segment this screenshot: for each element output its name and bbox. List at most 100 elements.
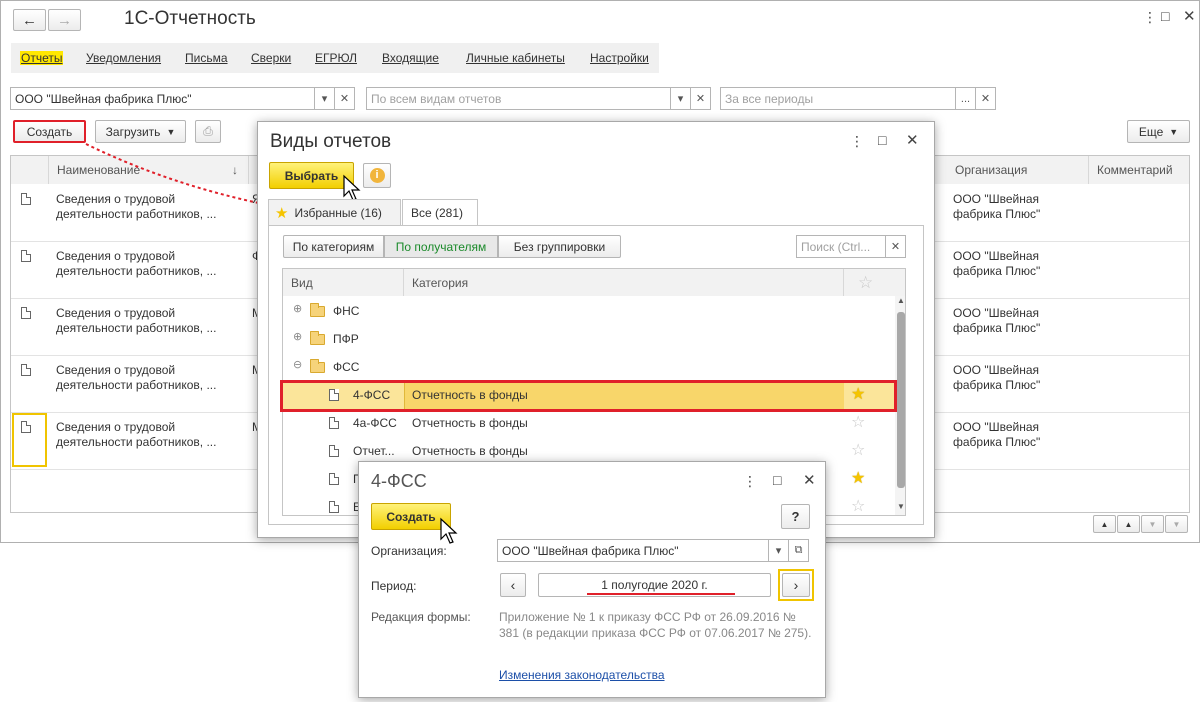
close-icon[interactable]: ✕: [803, 471, 816, 489]
close-icon[interactable]: ✕: [906, 131, 919, 149]
period-label: Период:: [371, 579, 417, 593]
period-value: 1 полугодие 2020 г.: [601, 578, 708, 592]
more-menu-icon[interactable]: ⋮: [1143, 9, 1157, 26]
report-type-filter[interactable]: По всем видам отчетов: [366, 87, 671, 110]
scroll-up-arrow-icon[interactable]: ▲: [897, 296, 905, 305]
expand-icon: ⊕: [293, 331, 303, 343]
list-item-category: Отчетность в фонды: [412, 416, 528, 430]
help-button[interactable]: ?: [781, 504, 810, 529]
selection-highlight-frame: [280, 380, 897, 412]
folder-icon: [310, 359, 325, 373]
menu-item-reports[interactable]: Отчеты: [20, 51, 64, 65]
dropdown-icon[interactable]: ▾: [769, 539, 789, 562]
print-icon[interactable]: ⎙: [195, 120, 221, 143]
no-grouping-button[interactable]: Без группировки: [498, 235, 621, 258]
back-button[interactable]: ←: [13, 9, 46, 31]
dialog-title: 4-ФСС: [371, 471, 427, 491]
star-outline-icon[interactable]: ☆: [851, 415, 865, 431]
collapse-icon: ⊖: [293, 359, 303, 371]
maximize-icon[interactable]: □: [1161, 8, 1169, 24]
organization-field[interactable]: ООО "Швейная фабрика Плюс": [497, 539, 769, 562]
star-icon: ★: [275, 204, 289, 222]
group-label: ФНС: [333, 304, 360, 318]
document-icon: [329, 445, 339, 457]
load-button[interactable]: Загрузить ▼: [95, 120, 186, 143]
menu-item-reconciliation[interactable]: Сверки: [251, 51, 291, 65]
column-header-name[interactable]: Наименование ↓: [49, 156, 249, 184]
list-item-kind: 4а-ФСС: [353, 416, 397, 430]
clear-icon[interactable]: ✕: [691, 87, 711, 110]
menu-item-letters[interactable]: Письма: [185, 51, 228, 65]
menu-item-incoming[interactable]: Входящие: [382, 51, 439, 65]
chevron-down-icon: ▼: [166, 126, 176, 137]
previous-period-button[interactable]: ‹: [500, 573, 526, 597]
folder-icon: [310, 303, 325, 317]
column-header-favorite[interactable]: ☆: [844, 269, 905, 296]
tab-favorites[interactable]: ★ Избранные (16): [268, 199, 401, 225]
chevron-down-icon: ▼: [1169, 126, 1179, 137]
mouse-cursor-icon: [440, 517, 458, 544]
clear-icon[interactable]: ✕: [335, 87, 355, 110]
group-label: ПФР: [333, 332, 359, 346]
column-header-comment[interactable]: Комментарий: [1089, 156, 1189, 184]
info-icon[interactable]: i: [363, 163, 391, 188]
document-icon: [21, 364, 31, 376]
scroll-down-icon[interactable]: ▼: [1141, 515, 1164, 533]
row-name: Сведения о трудовой деятельности работни…: [56, 306, 217, 335]
create-button[interactable]: Создать: [13, 120, 86, 143]
next-period-button[interactable]: ›: [782, 573, 810, 597]
more-menu-icon[interactable]: ⋮: [850, 133, 864, 150]
tab-all[interactable]: Все (281): [402, 199, 478, 226]
row-name: Сведения о трудовой деятельности работни…: [56, 249, 217, 278]
forward-button[interactable]: →: [48, 9, 81, 31]
list-item-category: Отчетность в фонды: [412, 444, 528, 458]
menu-item-notifications[interactable]: Уведомления: [86, 51, 161, 65]
star-filled-icon[interactable]: ★: [851, 471, 865, 487]
dropdown-icon[interactable]: ▾: [315, 87, 335, 110]
document-icon: [21, 421, 31, 433]
more-menu-icon[interactable]: ⋮: [743, 473, 757, 490]
form-edition-text: Приложение № 1 к приказу ФСС РФ от 26.09…: [499, 610, 812, 640]
star-outline-icon: ☆: [858, 272, 874, 292]
expand-icon: ⊕: [293, 303, 303, 315]
tab-favorites-label: Избранные (16): [294, 205, 382, 220]
menu-item-egrul[interactable]: ЕГРЮЛ: [315, 51, 357, 65]
period-filter[interactable]: За все периоды: [720, 87, 956, 110]
dropdown-icon[interactable]: ▾: [671, 87, 691, 110]
column-name-label: Наименование: [57, 163, 141, 177]
document-icon: [21, 250, 31, 262]
search-input[interactable]: Поиск (Ctrl...: [796, 235, 886, 258]
organization-filter[interactable]: ООО "Швейная фабрика Плюс": [10, 87, 315, 110]
group-by-recipient-button[interactable]: По получателям: [384, 235, 498, 258]
maximize-icon[interactable]: □: [773, 472, 781, 488]
column-header-kind[interactable]: Вид: [283, 269, 404, 296]
select-period-icon[interactable]: ...: [956, 87, 976, 110]
clear-search-icon[interactable]: ✕: [886, 235, 906, 258]
organization-label: Организация:: [371, 544, 447, 558]
menu-item-cabinets[interactable]: Личные кабинеты: [466, 51, 565, 65]
column-header-organization[interactable]: Организация: [947, 156, 1089, 184]
maximize-icon[interactable]: □: [878, 132, 886, 148]
list-item-kind: Отчет...: [353, 444, 395, 458]
form-edition-label: Редакция формы:: [371, 610, 471, 624]
close-icon[interactable]: ✕: [1183, 7, 1196, 25]
group-by-category-button[interactable]: По категориям: [283, 235, 384, 258]
menu-item-settings[interactable]: Настройки: [590, 51, 649, 65]
star-outline-icon[interactable]: ☆: [851, 443, 865, 459]
scroll-last-icon[interactable]: ▼: [1165, 515, 1188, 533]
clear-icon[interactable]: ✕: [976, 87, 996, 110]
document-icon: [329, 417, 339, 429]
column-header-category[interactable]: Категория: [404, 269, 844, 296]
scroll-up-icon[interactable]: ▲: [1117, 515, 1140, 533]
scroll-down-arrow-icon[interactable]: ▼: [897, 502, 905, 511]
row-name: Сведения о трудовой деятельности работни…: [56, 420, 217, 449]
scrollbar-thumb[interactable]: [897, 312, 905, 488]
scroll-first-icon[interactable]: ▲: [1093, 515, 1116, 533]
more-button[interactable]: Еще ▼: [1127, 120, 1190, 143]
more-label: Еще: [1138, 124, 1164, 139]
group-label: ФСС: [333, 360, 360, 374]
law-changes-link[interactable]: Изменения законодательства: [499, 668, 665, 682]
star-outline-icon[interactable]: ☆: [851, 499, 865, 515]
open-icon[interactable]: ⧉: [789, 539, 809, 562]
row-organization: ООО "Швейная фабрика Плюс": [953, 192, 1041, 221]
